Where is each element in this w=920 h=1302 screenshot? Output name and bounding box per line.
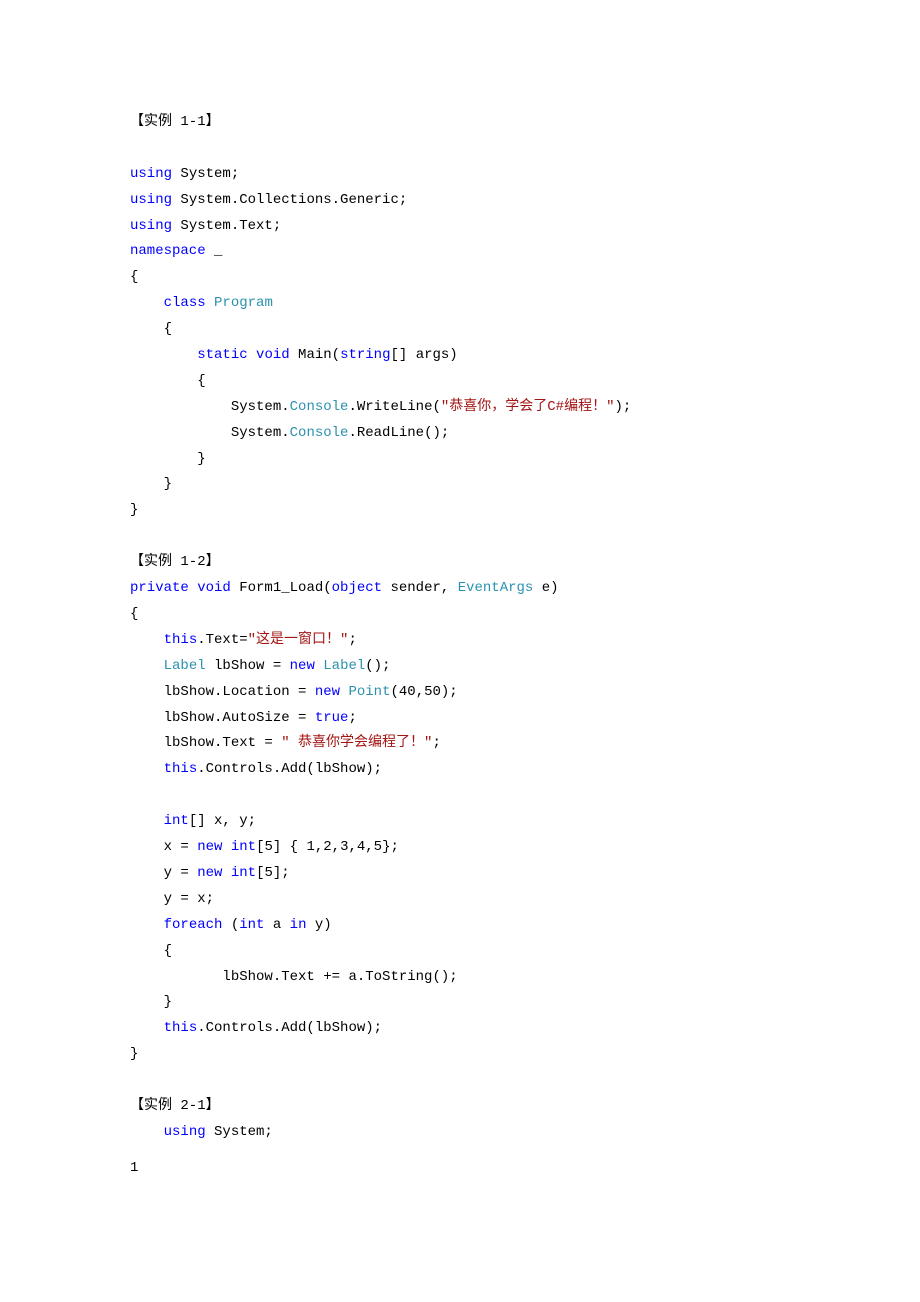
code-text: ; <box>432 735 440 751</box>
code-text: System.Collections.Generic; <box>172 192 407 208</box>
example-1-2: 【实例 1-2】 private void Form1_Load(object … <box>130 550 790 1068</box>
code-text: System. <box>231 425 290 441</box>
code-text: lbShow.Location = <box>164 684 315 700</box>
code-text: _ <box>206 243 223 259</box>
code-text: .WriteLine( <box>348 399 440 415</box>
kw-using: using <box>130 166 172 182</box>
code-text: .Controls.Add(lbShow); <box>197 761 382 777</box>
code-text: [] args) <box>391 347 458 363</box>
code-text: Main( <box>290 347 340 363</box>
code-text: (); <box>365 658 390 674</box>
kw-this: this <box>164 761 198 777</box>
example-1-1: 【实例 1-1】 using System; using System.Coll… <box>130 110 790 524</box>
code-text: [5]; <box>256 865 290 881</box>
kw-int: int <box>231 839 256 855</box>
kw-using: using <box>164 1124 206 1140</box>
type-eventargs: EventArgs <box>458 580 534 596</box>
brace: } <box>130 1046 138 1062</box>
brace: { <box>164 943 172 959</box>
code-text: lbShow = <box>206 658 290 674</box>
brace: } <box>130 502 138 518</box>
code-text: y = <box>164 865 198 881</box>
code-text: e) <box>533 580 558 596</box>
kw-true: true <box>315 710 349 726</box>
code-text: .Text= <box>197 632 247 648</box>
code-text: System; <box>172 166 239 182</box>
document-page: 【实例 1-1】 using System; using System.Coll… <box>0 0 920 1302</box>
type-console: Console <box>290 399 349 415</box>
type-program: Program <box>214 295 273 311</box>
brace: } <box>164 994 172 1010</box>
kw-new: new <box>197 865 222 881</box>
code-text: Form1_Load( <box>231 580 332 596</box>
code-text: .Controls.Add(lbShow); <box>197 1020 382 1036</box>
kw-new: new <box>290 658 315 674</box>
code-text: a <box>264 917 289 933</box>
brace: } <box>164 476 172 492</box>
code-text: System.Text; <box>172 218 281 234</box>
type-point: Point <box>348 684 390 700</box>
code-text: System. <box>231 399 290 415</box>
code-text: lbShow.AutoSize = <box>164 710 315 726</box>
string-literal: " 恭喜你学会编程了！" <box>281 735 432 751</box>
code-text: y = x; <box>164 891 214 907</box>
code-text: x = <box>164 839 198 855</box>
kw-this: this <box>164 632 198 648</box>
kw-namespace: namespace <box>130 243 206 259</box>
brace: { <box>197 373 205 389</box>
code-text: ); <box>614 399 631 415</box>
kw-class: class <box>164 295 206 311</box>
example-title: 【实例 2-1】 <box>130 1098 220 1114</box>
code-text: (40,50); <box>390 684 457 700</box>
brace: { <box>130 269 138 285</box>
kw-int: int <box>164 813 189 829</box>
code-text: [5] { 1,2,3,4,5}; <box>256 839 399 855</box>
type-label: Label <box>164 658 206 674</box>
type-console: Console <box>290 425 349 441</box>
kw-new: new <box>197 839 222 855</box>
kw-new: new <box>315 684 340 700</box>
code-text: sender, <box>382 580 458 596</box>
kw-int: int <box>231 865 256 881</box>
kw-this: this <box>164 1020 198 1036</box>
kw-static: static <box>197 347 247 363</box>
brace: { <box>164 321 172 337</box>
kw-string: string <box>340 347 390 363</box>
brace: { <box>130 606 138 622</box>
kw-void: void <box>256 347 290 363</box>
code-text: lbShow.Text += a.ToString(); <box>222 969 457 985</box>
string-literal: "这是一窗口！" <box>248 632 349 648</box>
page-number: 1 <box>130 1156 138 1182</box>
kw-object: object <box>332 580 382 596</box>
example-title: 【实例 1-2】 <box>130 554 220 570</box>
code-text: y) <box>306 917 331 933</box>
code-text: ; <box>348 632 356 648</box>
example-title: 【实例 1-1】 <box>130 114 220 130</box>
brace: } <box>197 451 205 467</box>
code-text: System; <box>206 1124 273 1140</box>
code-text: [] x, y; <box>189 813 256 829</box>
type-label: Label <box>323 658 365 674</box>
kw-private: private <box>130 580 189 596</box>
code-text: .ReadLine(); <box>348 425 449 441</box>
code-text: ; <box>348 710 356 726</box>
code-text: ( <box>222 917 239 933</box>
kw-int: int <box>239 917 264 933</box>
kw-using: using <box>130 218 172 234</box>
code-text: lbShow.Text = <box>164 735 282 751</box>
kw-in: in <box>290 917 307 933</box>
kw-foreach: foreach <box>164 917 223 933</box>
kw-void: void <box>197 580 231 596</box>
string-literal: "恭喜你，学会了C#编程！" <box>441 399 615 415</box>
example-2-1: 【实例 2-1】 using System; <box>130 1094 790 1146</box>
kw-using: using <box>130 192 172 208</box>
